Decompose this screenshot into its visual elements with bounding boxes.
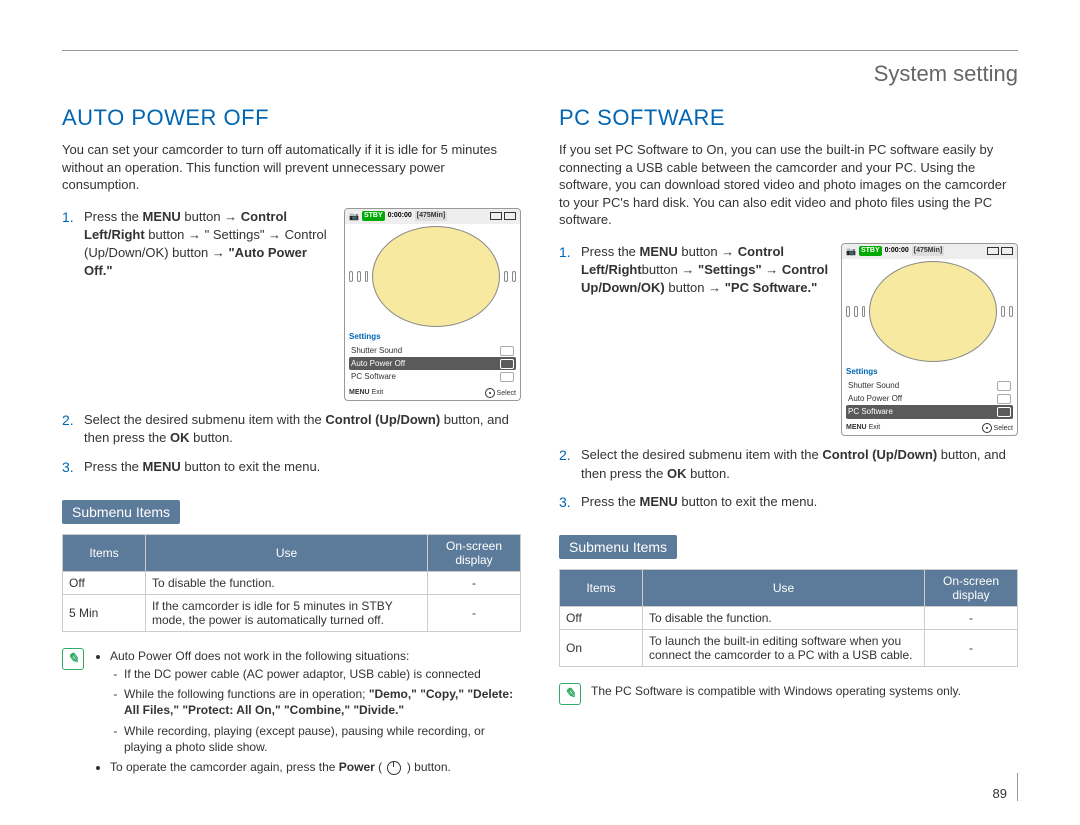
step-3: Press the MENU button to exit the menu. bbox=[62, 458, 521, 476]
section-title: AUTO POWER OFF bbox=[62, 105, 521, 131]
page-icon bbox=[372, 226, 500, 327]
menu-item: PC Software bbox=[349, 370, 516, 383]
section-title: PC SOFTWARE bbox=[559, 105, 1018, 131]
grid-icon bbox=[846, 306, 850, 317]
submenu-items-tag: Submenu Items bbox=[62, 500, 180, 524]
menu-item: Shutter Sound bbox=[349, 344, 516, 357]
grid-icon bbox=[365, 271, 369, 282]
submenu-table-apo: Items Use On-screen display Off To disab… bbox=[62, 534, 521, 632]
note-icon: ✎ bbox=[559, 683, 581, 705]
table-row: 5 Min If the camcorder is idle for 5 min… bbox=[63, 594, 521, 631]
menu-item-selected: Auto Power Off bbox=[349, 357, 516, 370]
table-row: Off To disable the function. - bbox=[560, 606, 1018, 629]
step-1: Press the MENU button → Control Left/Rig… bbox=[581, 243, 829, 298]
ok-icon bbox=[485, 388, 495, 398]
step-3: Press the MENU button to exit the menu. bbox=[559, 493, 1018, 511]
submenu-table-pcs: Items Use On-screen display Off To disab… bbox=[559, 569, 1018, 667]
grid-icon bbox=[1001, 306, 1005, 317]
camcorder-screen-pcs: 📷 STBY 0:00:00 [475Min] bbox=[841, 243, 1018, 437]
table-row: Off To disable the function. - bbox=[63, 571, 521, 594]
camcorder-screen-apo: 📷 STBY 0:00:00 [475Min] bbox=[344, 208, 521, 402]
grid-icon bbox=[504, 271, 508, 282]
grid-icon bbox=[862, 306, 866, 317]
auto-power-off-section: AUTO POWER OFF You can set your camcorde… bbox=[62, 105, 521, 779]
page-number: 89 bbox=[993, 773, 1018, 801]
note-apo: ✎ Auto Power Off does not work in the fo… bbox=[62, 648, 521, 779]
step-2: Select the desired submenu item with the… bbox=[559, 446, 1018, 482]
intro-text: If you set PC Software to On, you can us… bbox=[559, 141, 1018, 229]
breadcrumb: System setting bbox=[62, 50, 1018, 87]
menu-item: Shutter Sound bbox=[846, 379, 1013, 392]
step-2: Select the desired submenu item with the… bbox=[62, 411, 521, 447]
grid-icon bbox=[349, 271, 353, 282]
submenu-items-tag: Submenu Items bbox=[559, 535, 677, 559]
step-1: Press the MENU button → Control Left/Rig… bbox=[84, 208, 332, 281]
note-pcs: ✎ The PC Software is compatible with Win… bbox=[559, 683, 1018, 705]
menu-item-selected: PC Software bbox=[846, 405, 1013, 418]
grid-icon bbox=[357, 271, 361, 282]
grid-icon bbox=[854, 306, 858, 317]
grid-icon bbox=[512, 271, 516, 282]
pc-software-section: PC SOFTWARE If you set PC Software to On… bbox=[559, 105, 1018, 779]
intro-text: You can set your camcorder to turn off a… bbox=[62, 141, 521, 194]
grid-icon bbox=[1009, 306, 1013, 317]
ok-icon bbox=[982, 423, 992, 433]
menu-item: Auto Power Off bbox=[846, 392, 1013, 405]
table-row: On To launch the built-in editing softwa… bbox=[560, 629, 1018, 666]
power-icon bbox=[387, 761, 401, 775]
note-icon: ✎ bbox=[62, 648, 84, 670]
page-icon bbox=[869, 261, 997, 362]
